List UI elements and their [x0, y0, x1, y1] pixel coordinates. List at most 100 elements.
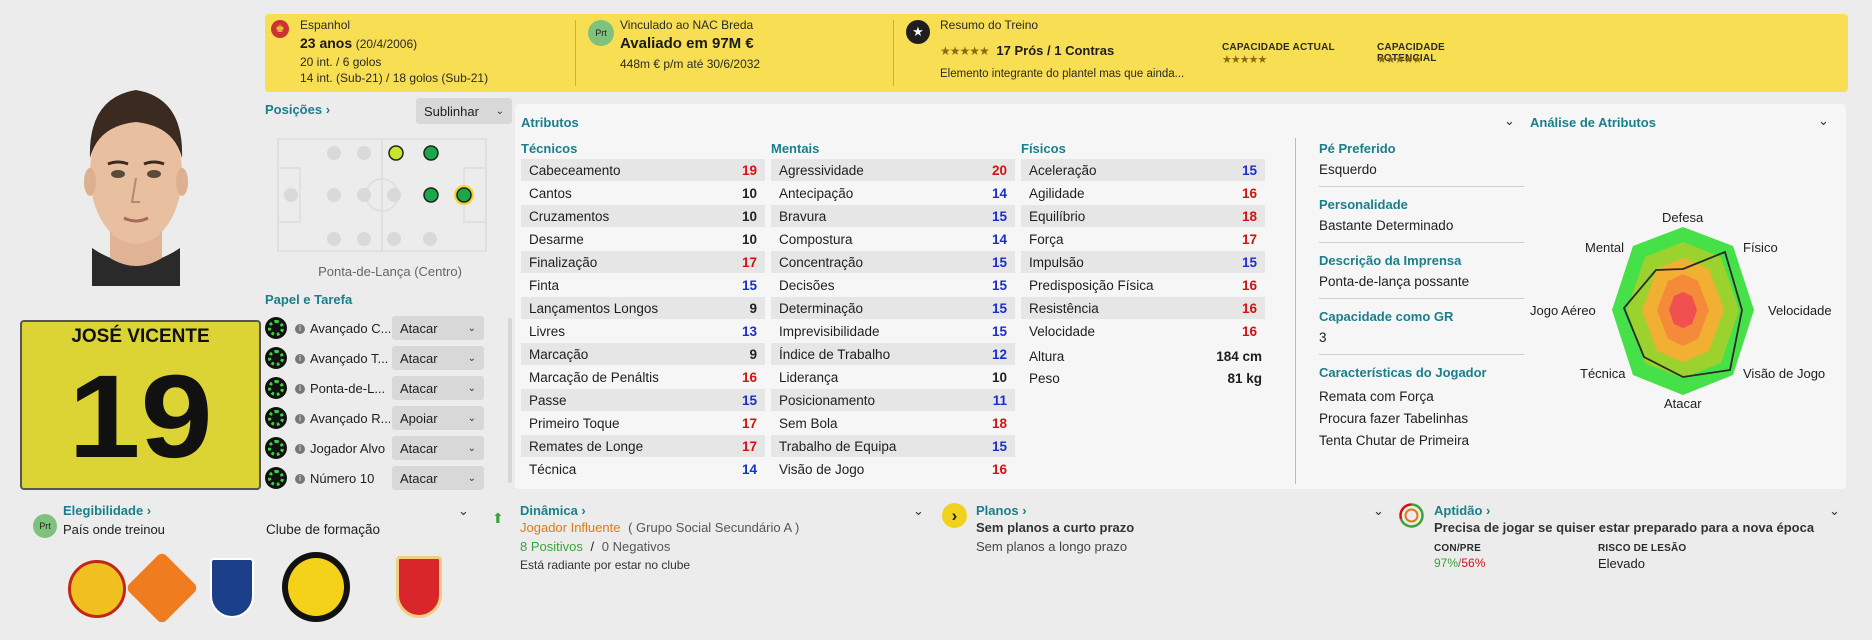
positions-link[interactable]: Posições ›: [265, 102, 330, 117]
attribute-row[interactable]: Impulsão 15: [1021, 251, 1265, 273]
nationality-text[interactable]: Espanhol: [300, 18, 350, 32]
attribute-row[interactable]: Passe 15: [521, 389, 765, 411]
roles-scrollbar[interactable]: [508, 318, 512, 483]
dynamics-status[interactable]: Jogador Influente: [520, 520, 620, 535]
duty-dropdown[interactable]: Atacar ⌄: [392, 466, 484, 490]
chevron-down-icon[interactable]: ⌄: [1373, 503, 1384, 519]
dynamics-link[interactable]: Dinâmica ›: [520, 503, 586, 518]
attribute-row[interactable]: Liderança 10: [771, 366, 1015, 388]
attribute-row[interactable]: Lançamentos Longos 9: [521, 297, 765, 319]
role-row[interactable]: i Ponta-de-L... Atacar ⌄: [265, 375, 502, 401]
attribute-row[interactable]: Antecipação 14: [771, 182, 1015, 204]
youth-club-label: Clube de formação: [266, 522, 381, 537]
attribute-row[interactable]: Cantos 10: [521, 182, 765, 204]
fitness-link[interactable]: Aptidão ›: [1434, 503, 1490, 518]
attribute-row[interactable]: Força 17: [1021, 228, 1265, 250]
role-row[interactable]: i Avançado R... Apoiar ⌄: [265, 405, 502, 431]
duty-dropdown[interactable]: Atacar ⌄: [392, 436, 484, 460]
duty-dropdown[interactable]: Apoiar ⌄: [392, 406, 484, 430]
info-icon[interactable]: i: [295, 444, 305, 455]
role-row[interactable]: i Avançado C... Atacar ⌄: [265, 315, 502, 341]
info-icon[interactable]: i: [295, 474, 305, 485]
attribute-row[interactable]: Bravura 15: [771, 205, 1015, 227]
attribute-value: 15: [991, 323, 1007, 339]
spain-federation-badge[interactable]: [68, 560, 126, 618]
attribute-row[interactable]: Cruzamentos 10: [521, 205, 765, 227]
info-icon[interactable]: i: [295, 354, 305, 365]
attribute-name: Visão de Jogo: [779, 461, 865, 477]
caps-u21-text: 14 int. (Sub-21) / 18 golos (Sub-21): [300, 71, 489, 85]
attribute-row[interactable]: Velocidade 16: [1021, 320, 1265, 342]
chevron-down-icon[interactable]: ⌄: [458, 503, 469, 519]
attribute-row[interactable]: Predisposição Física 16: [1021, 274, 1265, 296]
attribute-row[interactable]: Visão de Jogo 16: [771, 458, 1015, 480]
attribute-row[interactable]: Desarme 10: [521, 228, 765, 250]
duty-dropdown[interactable]: Atacar ⌄: [392, 316, 484, 340]
attribute-row[interactable]: Compostura 14: [771, 228, 1015, 250]
attribute-row[interactable]: Técnica 14: [521, 458, 765, 480]
chevron-down-icon: ⌄: [467, 352, 476, 364]
attribute-row[interactable]: Sem Bola 18: [771, 412, 1015, 434]
info-icon[interactable]: i: [295, 414, 305, 425]
attribute-row[interactable]: Marcação de Penáltis 16: [521, 366, 765, 388]
media-description-value: Ponta-de-lança possante: [1319, 274, 1470, 289]
chevron-down-icon: ⌄: [495, 105, 504, 117]
chevron-down-icon[interactable]: ⌄: [1818, 113, 1829, 129]
nac-breda-badge[interactable]: [282, 552, 350, 622]
role-row[interactable]: i Número 10 Atacar ⌄: [265, 465, 502, 491]
eligibility-link[interactable]: Elegibilidade ›: [63, 503, 151, 518]
netherlands-federation-badge[interactable]: [125, 551, 199, 625]
chevron-down-icon: ⌄: [467, 322, 476, 334]
france-federation-badge[interactable]: [210, 558, 254, 618]
chevron-down-icon[interactable]: ⌄: [913, 503, 924, 519]
attribute-row[interactable]: Determinação 15: [771, 297, 1015, 319]
dynamics-status-row: Jogador Influente ( Grupo Social Secundá…: [520, 520, 799, 535]
attribute-row[interactable]: Trabalho de Equipa 15: [771, 435, 1015, 457]
plans-short-term: Sem planos a curto prazo: [976, 520, 1135, 535]
divider: [575, 20, 576, 86]
attribute-row[interactable]: Imprevisibilidade 15: [771, 320, 1015, 342]
training-title[interactable]: Resumo do Treino: [940, 18, 1038, 32]
attribute-row[interactable]: Agressividade 20: [771, 159, 1015, 181]
position-caption: Ponta-de-Lança (Centro): [318, 264, 462, 279]
chevron-right-icon: ›: [942, 503, 967, 528]
attribute-row[interactable]: Marcação 9: [521, 343, 765, 365]
technical-title: Técnicos: [521, 141, 578, 156]
attribute-value: 10: [991, 369, 1007, 385]
chevron-down-icon[interactable]: ⌄: [1829, 503, 1840, 519]
attribute-row[interactable]: Decisões 15: [771, 274, 1015, 296]
attribute-row[interactable]: Agilidade 16: [1021, 182, 1265, 204]
plans-link[interactable]: Planos ›: [976, 503, 1027, 518]
duty-dropdown[interactable]: Atacar ⌄: [392, 376, 484, 400]
attribute-row[interactable]: Resistência 16: [1021, 297, 1265, 319]
role-row[interactable]: i Jogador Alvo Atacar ⌄: [265, 435, 502, 461]
current-ability-stars: ★★★★★: [1222, 54, 1267, 66]
attribute-row[interactable]: Remates de Longe 17: [521, 435, 765, 457]
chevron-down-icon[interactable]: ⌄: [1504, 113, 1515, 129]
attribute-row[interactable]: Cabeceamento 19: [521, 159, 765, 181]
attribute-value: 20: [991, 162, 1007, 178]
attribute-value: 10: [741, 231, 757, 247]
info-icon[interactable]: i: [295, 384, 305, 395]
duty-dropdown[interactable]: Atacar ⌄: [392, 346, 484, 370]
attribute-name: Trabalho de Equipa: [779, 438, 897, 454]
role-row[interactable]: i Avançado T... Atacar ⌄: [265, 345, 502, 371]
monaco-badge[interactable]: [396, 556, 442, 618]
attribute-row[interactable]: Finta 15: [521, 274, 765, 296]
plans-long-term: Sem planos a longo prazo: [976, 539, 1128, 554]
attribute-row[interactable]: Finalização 17: [521, 251, 765, 273]
attribute-row[interactable]: Concentração 15: [771, 251, 1015, 273]
club-link[interactable]: Vinculado ao NAC Breda: [620, 18, 753, 32]
attribute-row[interactable]: Índice de Trabalho 12: [771, 343, 1015, 365]
attribute-row[interactable]: Posicionamento 11: [771, 389, 1015, 411]
attribute-row[interactable]: Livres 13: [521, 320, 765, 342]
attribute-name: Bravura: [779, 208, 827, 224]
attribute-row[interactable]: Aceleração 15: [1021, 159, 1265, 181]
highlight-dropdown[interactable]: Sublinhar ⌄: [416, 98, 512, 124]
physical-title: Físicos: [1021, 141, 1066, 156]
attribute-row[interactable]: Equilíbrio 18: [1021, 205, 1265, 227]
info-icon[interactable]: i: [295, 324, 305, 335]
training-section: ★ Resumo do Treino ★★★★★ 17 Prós / 1 Con…: [901, 14, 1501, 92]
attribute-name: Impulsão: [1029, 254, 1084, 270]
attribute-row[interactable]: Primeiro Toque 17: [521, 412, 765, 434]
